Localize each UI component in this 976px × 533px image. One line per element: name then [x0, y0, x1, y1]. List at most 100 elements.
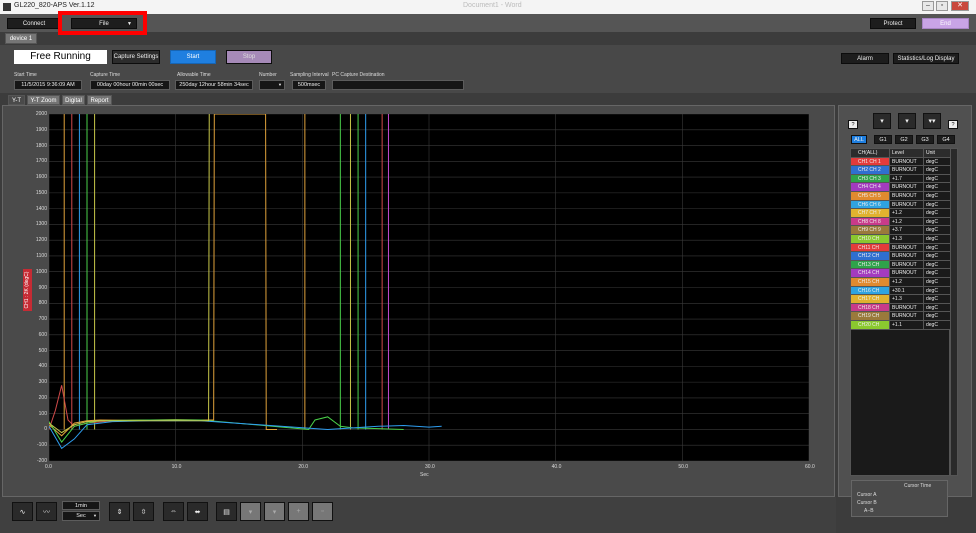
- minimize-button[interactable]: –: [922, 1, 934, 11]
- chart-plot-area[interactable]: [49, 114, 809, 461]
- table-row[interactable]: CH16 CH +30.1 degC: [851, 286, 951, 296]
- table-row[interactable]: CH3 CH 3 +1.7 degC: [851, 174, 951, 184]
- marker-icon[interactable]: ▫: [312, 502, 333, 521]
- alarm-button[interactable]: Alarm: [841, 53, 889, 64]
- channel-name: CH8 CH 8: [851, 217, 889, 226]
- channel-unit: degC: [923, 174, 951, 183]
- end-button[interactable]: End: [922, 18, 969, 29]
- table-row[interactable]: CH18 CH BURNOUT degC: [851, 303, 951, 313]
- title-bar: GL220_820-APS Ver.1.12 Document1 - Word …: [0, 0, 976, 14]
- y-tick-label: 200: [38, 394, 47, 401]
- waveform-auto-icon[interactable]: 〰: [36, 502, 57, 521]
- x-tick-label: 50.0: [678, 464, 689, 470]
- time-unit-select[interactable]: Sec ▼: [62, 511, 100, 521]
- table-row[interactable]: CH15 CH +1.2 degC: [851, 278, 951, 287]
- table-row[interactable]: CH4 CH 4 BURNOUT degC: [851, 183, 951, 192]
- start-button[interactable]: Start: [170, 50, 216, 64]
- restore-button[interactable]: ▫: [936, 1, 948, 11]
- stop-button[interactable]: Stop: [226, 50, 272, 64]
- channel-unit: degC: [923, 269, 951, 277]
- table-row[interactable]: CH17 CH +1.3 degC: [851, 295, 951, 304]
- capture-settings-button[interactable]: Capture Settings: [112, 50, 160, 64]
- statistics-log-button[interactable]: Statistics/Log Display: [893, 53, 959, 64]
- cursor-a-icon[interactable]: ▾: [240, 502, 261, 521]
- cursor-pair-icon[interactable]: ▾▾: [923, 113, 941, 129]
- tab-report[interactable]: Report: [87, 95, 112, 105]
- allowable-time-value: 250day 12hour 58min 34sec: [175, 80, 253, 90]
- tab-digital[interactable]: Digital: [62, 95, 85, 105]
- channel-unit: degC: [923, 209, 951, 217]
- table-row[interactable]: CH5 CH 5 BURNOUT degC: [851, 192, 951, 201]
- group-tab-g3[interactable]: G3: [916, 135, 934, 144]
- cursor-a-panel-icon[interactable]: ▾: [873, 113, 891, 129]
- display-layout-icon[interactable]: ▤: [216, 502, 237, 521]
- x-axis-label: Sec: [420, 472, 429, 478]
- background-window-title: Document1 - Word: [463, 2, 522, 9]
- table-row[interactable]: CH2 CH 2 BURNOUT degC: [851, 166, 951, 175]
- table-row[interactable]: CH20 CH +1.1 degC: [851, 321, 951, 330]
- channel-level: BURNOUT: [889, 260, 923, 269]
- cursor-b-label: Cursor B: [857, 500, 877, 506]
- protect-button[interactable]: Protect: [870, 18, 916, 29]
- table-row[interactable]: CH10 CH +1.3 degC: [851, 235, 951, 244]
- number-select[interactable]: ▼: [259, 80, 285, 90]
- capture-destination-label: PC Capture Destination: [332, 72, 385, 78]
- table-row[interactable]: CH7 CH 7 +1.2 degC: [851, 209, 951, 218]
- cursor-b-icon[interactable]: ▾: [264, 502, 285, 521]
- channel-name: CH16 CH: [851, 286, 889, 295]
- zoom-out-vertical-icon[interactable]: ⇳: [133, 502, 154, 521]
- add-icon[interactable]: +: [288, 502, 309, 521]
- zoom-out-horizontal-icon[interactable]: ⬌: [187, 502, 208, 521]
- channel-name: CH10 CH: [851, 235, 889, 243]
- channel-unit: degC: [923, 321, 951, 329]
- cursor-diff-label: A−B: [864, 508, 874, 514]
- y-tick-label: 1100: [36, 252, 47, 259]
- group-tab-g1[interactable]: G1: [874, 135, 892, 144]
- group-tab-g2[interactable]: G2: [895, 135, 913, 144]
- channel-name: CH9 CH 9: [851, 226, 889, 234]
- channel-level: BURNOUT: [889, 200, 923, 209]
- table-row[interactable]: CH13 CH BURNOUT degC: [851, 260, 951, 270]
- zoom-in-horizontal-icon[interactable]: ⇔: [163, 502, 184, 521]
- channel-name: CH15 CH: [851, 278, 889, 286]
- table-row[interactable]: CH1 CH 1 BURNOUT degC: [851, 157, 951, 167]
- start-time-value: 11/5/2015 9:36:09 AM: [14, 80, 82, 90]
- channel-name: CH17 CH: [851, 295, 889, 303]
- header-unit: Unit: [923, 149, 951, 157]
- channel-table-scrollbar[interactable]: [950, 148, 958, 476]
- app-icon: [3, 3, 11, 11]
- channel-name: CH18 CH: [851, 303, 889, 312]
- close-button[interactable]: ✕: [951, 1, 969, 11]
- table-row[interactable]: CH14 CH BURNOUT degC: [851, 269, 951, 278]
- group-tab-all[interactable]: ALL: [851, 135, 867, 144]
- x-tick-label: 20.0: [298, 464, 309, 470]
- waveform-fit-icon[interactable]: ∿: [12, 502, 33, 521]
- zoom-in-vertical-icon[interactable]: ⇕: [109, 502, 130, 521]
- help-icon-left[interactable]: ?: [848, 120, 858, 129]
- connect-button[interactable]: Connect: [7, 18, 61, 29]
- table-row[interactable]: CH9 CH 9 +3.7 degC: [851, 226, 951, 235]
- time-unit-value: Sec: [76, 513, 86, 519]
- channel-unit: degC: [923, 192, 951, 200]
- table-row[interactable]: CH8 CH 8 +1.2 degC: [851, 217, 951, 227]
- capture-destination-field[interactable]: [332, 80, 464, 90]
- channel-unit: degC: [923, 286, 951, 295]
- channel-level: BURNOUT: [889, 312, 923, 320]
- channel-unit: degC: [923, 312, 951, 320]
- channel-level: BURNOUT: [889, 303, 923, 312]
- tab-y-t-zoom[interactable]: Y-T Zoom: [27, 95, 60, 105]
- cursor-b-panel-icon[interactable]: ▾: [898, 113, 916, 129]
- table-row[interactable]: CH11 CH BURNOUT degC: [851, 243, 951, 253]
- tab-device-1[interactable]: device 1: [5, 33, 37, 44]
- y-tick-label: 1600: [35, 174, 47, 181]
- table-row[interactable]: CH12 CH BURNOUT degC: [851, 252, 951, 261]
- table-row[interactable]: CH19 CH BURNOUT degC: [851, 312, 951, 321]
- tab-y-t[interactable]: Y-T: [8, 95, 25, 105]
- chevron-down-icon: ▼: [127, 20, 132, 27]
- table-row[interactable]: CH6 CH 6 BURNOUT degC: [851, 200, 951, 210]
- help-icon-right[interactable]: ?: [948, 120, 958, 129]
- channel-name: CH14 CH: [851, 269, 889, 277]
- file-menu-button[interactable]: File ▼: [71, 18, 137, 29]
- group-tab-g4[interactable]: G4: [937, 135, 955, 144]
- channel-level: +1.2: [889, 209, 923, 217]
